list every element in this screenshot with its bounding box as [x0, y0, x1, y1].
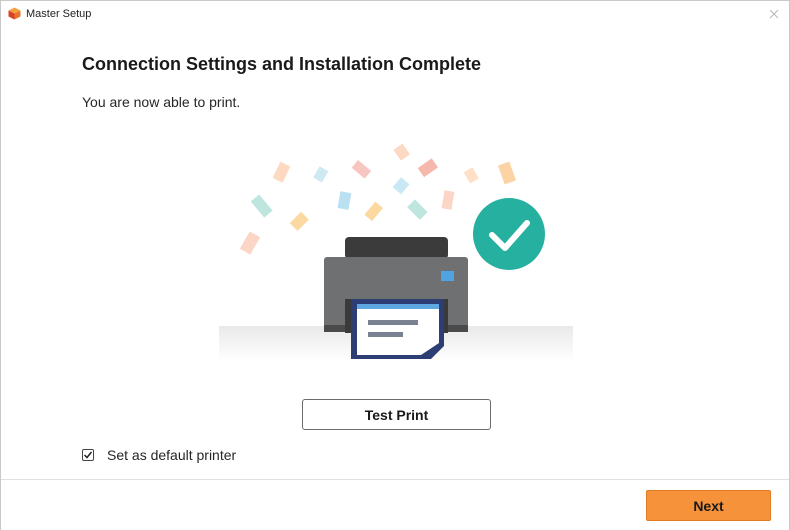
default-printer-checkbox[interactable] [82, 449, 94, 461]
default-printer-label[interactable]: Set as default printer [107, 447, 236, 463]
next-button[interactable]: Next [646, 490, 771, 521]
page-title: Connection Settings and Installation Com… [82, 54, 482, 74]
check-circle-icon [473, 198, 545, 270]
footer-bar: Next [1, 479, 789, 530]
window-title: Master Setup [26, 8, 92, 20]
close-button[interactable] [759, 1, 789, 27]
setup-window: Master Setup Connection Settings and Ins… [0, 0, 790, 530]
printer-illustration [219, 143, 573, 362]
test-print-button[interactable]: Test Print [302, 399, 491, 430]
master-setup-icon [8, 7, 21, 20]
close-icon [769, 9, 779, 19]
status-message: You are now able to print. [82, 94, 241, 110]
title-bar: Master Setup [1, 1, 789, 27]
checkmark-icon [83, 451, 93, 459]
